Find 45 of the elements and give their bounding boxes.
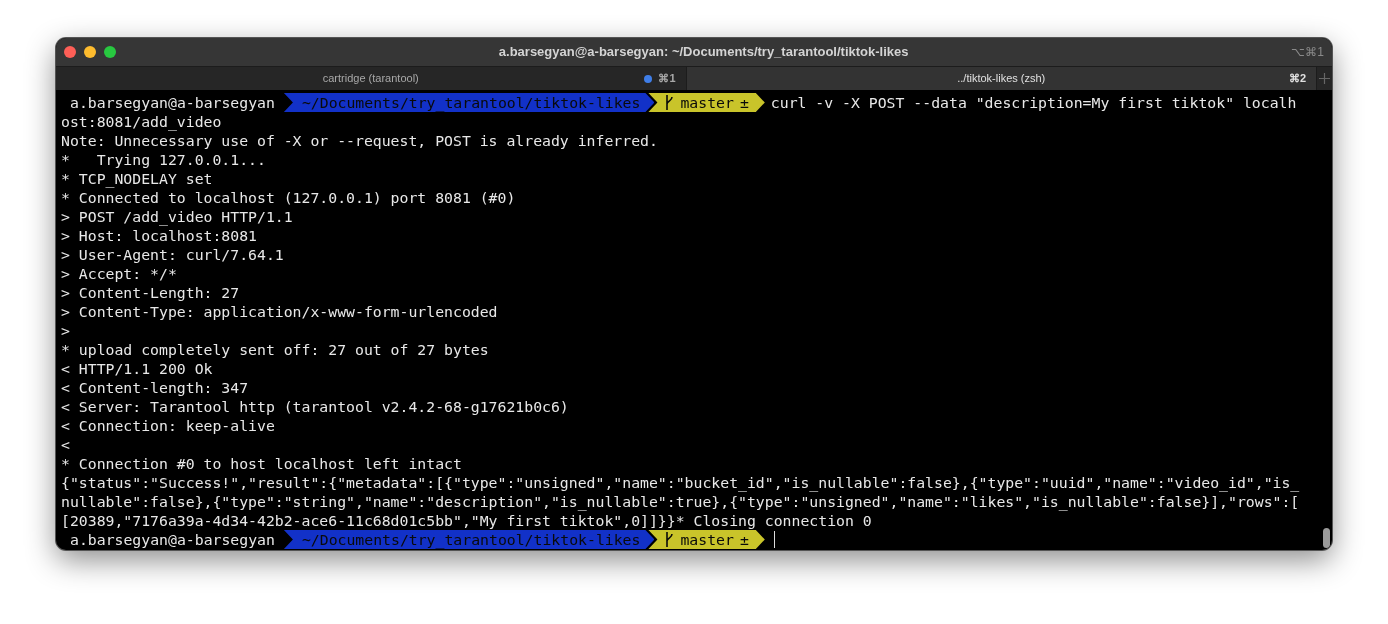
terminal-line: * TCP_NODELAY set <box>61 169 213 188</box>
prompt-path: ~/Documents/try_tarantool/tiktok-likes <box>283 93 655 112</box>
terminal-line: * Connected to localhost (127.0.0.1) port 8081 (#0) <box>61 188 516 207</box>
tab-shortcut: ⌘2 <box>1288 71 1306 87</box>
terminal-line: * upload completely sent off: 27 out of 27 bytes <box>61 340 489 359</box>
tab[interactable]: ../tiktok-likes (zsh) ⌘2 <box>685 67 1316 90</box>
tab-shortcut: ⌘1 <box>658 71 676 87</box>
tab-label: cartridge (tarantool) <box>322 71 419 87</box>
git-status: ± <box>739 530 749 549</box>
branch-icon <box>664 532 675 547</box>
branch-name: master <box>680 530 734 549</box>
branch-icon <box>664 95 675 110</box>
terminal-line: < HTTP/1.1 200 Ok <box>61 359 213 378</box>
terminal-line: > Accept: */* <box>61 264 177 283</box>
terminal-line: ost:8081/add_video <box>61 112 222 131</box>
close-button[interactable] <box>64 46 76 58</box>
terminal-line: > POST /add_video HTTP/1.1 <box>61 207 293 226</box>
terminal-line: Note: Unnecessary use of -X or --request, POST is already inferred. <box>61 131 658 150</box>
window-title: a.barsegyan@a-barsegyan: ~/Documents/try_tarantool/tiktok-likes <box>498 43 909 62</box>
terminal-line: * Trying 127.0.0.1... <box>61 150 266 169</box>
terminal-line: > <box>61 321 70 340</box>
terminal-line: < Server: Tarantool http (tarantool v2.4.2-68-g17621b0c6) <box>61 397 569 416</box>
prompt-user: a.barsegyan@a-barsegyan <box>69 93 276 112</box>
terminal-line: * Connection #0 to host localhost left intact <box>61 454 462 473</box>
minimize-button[interactable] <box>84 46 96 58</box>
terminal-line: [20389,"7176a39a-4d34-42b2-ace6-11c68d01c5bb","My first tiktok",0]]}}* Closing connection 0 <box>61 511 872 530</box>
terminal-line: > Content-Type: application/x-www-form-urlencoded <box>61 302 498 321</box>
branch-name: master <box>680 93 734 112</box>
terminal-line: < Connection: keep-alive <box>61 416 275 435</box>
new-tab-icon[interactable] <box>1319 73 1330 84</box>
window-shortcut: ⌥⌘1 <box>1291 44 1324 61</box>
tab-label: ../tiktok-likes (zsh) <box>957 71 1046 87</box>
terminal-line: nullable":false},{"type":"string","name":"description","is_nullable":true},{"type":"unsigned","name":"likes","is_nullable":false}],"rows":[ <box>61 492 1300 511</box>
prompt-user: a.barsegyan@a-barsegyan <box>69 530 276 549</box>
git-status: ± <box>739 93 749 112</box>
terminal-line: > Content-Length: 27 <box>61 283 240 302</box>
command-text: curl -v -X POST --data "description=My first tiktok" localh <box>769 93 1297 112</box>
terminal-line: < Content-length: 347 <box>61 378 249 397</box>
terminal-line: > Host: localhost:8081 <box>61 226 257 245</box>
terminal-line: {"status":"Success!","result":{"metadata":[{"type":"unsigned","name":"bucket_id","is_nullable":false},{"type":"uuid","name":"video_id","is_ <box>61 473 1300 492</box>
scrollbar-thumb[interactable] <box>1322 528 1330 548</box>
zoom-button[interactable] <box>104 46 116 58</box>
terminal-line: > User-Agent: curl/7.64.1 <box>61 245 284 264</box>
terminal-line: < <box>61 435 70 454</box>
prompt-path: ~/Documents/try_tarantool/tiktok-likes <box>283 530 655 549</box>
